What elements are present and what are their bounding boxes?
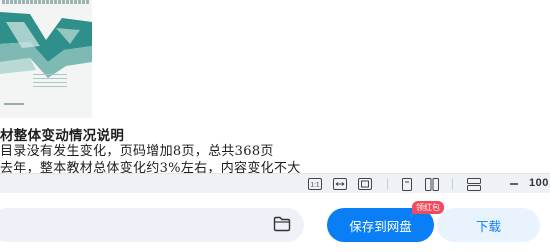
- red-packet-badge: 领红包: [412, 201, 444, 214]
- cover-thumbnail[interactable]: [0, 0, 92, 118]
- fit-width-icon[interactable]: [333, 177, 347, 191]
- single-page-icon[interactable]: [401, 177, 413, 191]
- continuous-scroll-icon[interactable]: [467, 177, 481, 191]
- action-bar: 保存到网盘 领红包 下载: [0, 193, 550, 252]
- cover-footer-line: [4, 103, 24, 105]
- zoom-level[interactable]: 100: [529, 177, 549, 189]
- toolbar-divider: [452, 178, 453, 190]
- document-preview: 材整体变动情况说明 目录没有发生变化，页码增加8页，总共368页 去年，整本教材…: [0, 0, 550, 173]
- body-line: 去年，整本教材总体变化约3%左右，内容变化不大: [0, 161, 301, 173]
- zoom-out-icon[interactable]: [508, 177, 520, 191]
- toolbar-divider: [387, 178, 388, 190]
- viewer-toolbar: 1:1 100: [0, 173, 550, 193]
- fit-page-icon[interactable]: [358, 177, 372, 191]
- download-button[interactable]: 下载: [437, 208, 540, 242]
- cover-art: [0, 12, 92, 78]
- folder-icon[interactable]: [272, 215, 292, 233]
- actual-size-label: 1:1: [310, 182, 319, 189]
- actual-size-icon[interactable]: 1:1: [308, 177, 322, 191]
- cover-subtitle-lines: [33, 74, 67, 88]
- save-path-field[interactable]: [0, 208, 304, 242]
- double-page-icon[interactable]: [425, 177, 439, 191]
